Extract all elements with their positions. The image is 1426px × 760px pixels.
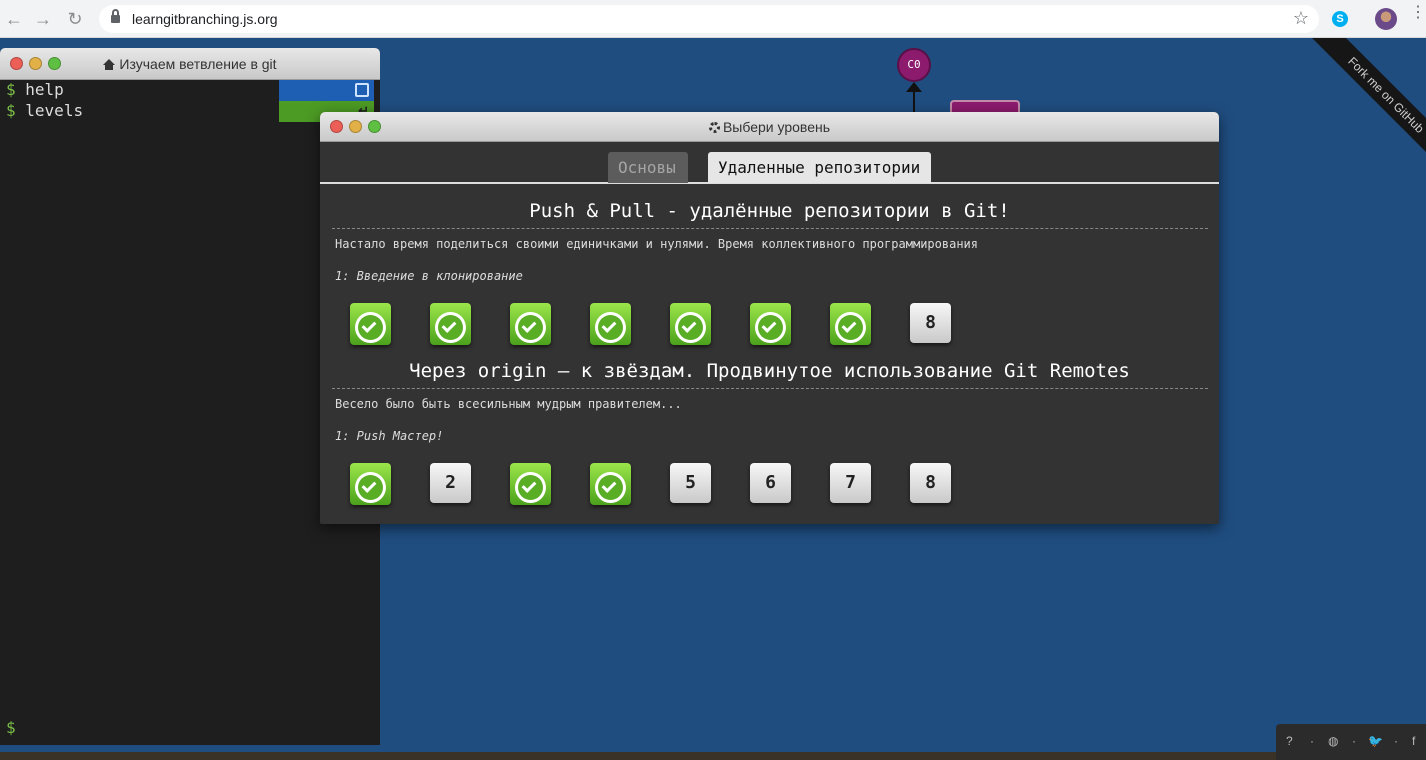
level-button[interactable]: 8 [910,463,951,503]
level-button[interactable]: 2 [430,463,471,503]
command-text: help [25,80,64,99]
separator-dot: · [1394,734,1398,748]
facebook-icon[interactable]: f [1412,734,1415,748]
browser-menu-icon[interactable]: ⋮ [1410,5,1426,21]
sequence-title: Push & Pull - удалённые репозитории в Gi… [529,200,1010,222]
check-circle-icon [675,312,706,343]
separator-dot: · [1310,734,1314,748]
gear-icon [708,122,720,133]
lock-icon [111,9,120,24]
tab-basics[interactable]: Основы [608,152,688,183]
divider [332,388,1208,389]
sequence-description: Весело было быть всесильным мудрым прави… [335,397,682,411]
sequence-description: Настало время поделиться своими единичка… [335,237,978,251]
help-links-bar: ? · ◍ · 🐦 · f [1276,724,1426,760]
level-button[interactable] [510,303,551,345]
checkbox-icon [355,83,369,97]
level-button[interactable] [510,463,551,505]
level-button[interactable] [830,303,871,345]
check-circle-icon [595,312,626,343]
terminal-history-line: $ help [6,80,64,99]
page-bottom-edge [0,752,1276,760]
divider [332,228,1208,229]
command-text: levels [25,101,84,120]
command-input-prompt[interactable]: $ [6,718,16,737]
level-select-dialog: Выбери уровень Основы Удаленные репозито… [320,112,1219,524]
url-text: learngitbranching.js.org [132,11,278,27]
level-button[interactable] [430,303,471,345]
sequence-title: Через origin – к звёздам. Продвинутое ис… [409,360,1130,382]
prompt-symbol: $ [6,101,16,120]
check-circle-icon [755,312,786,343]
prompt-symbol: $ [6,80,16,99]
check-circle-icon [835,312,866,343]
check-circle-icon [435,312,466,343]
check-circle-icon [355,312,386,343]
terminal-history-line: $ levels [6,101,83,120]
commit-node-c0[interactable]: C0 [897,48,931,82]
back-arrow-icon[interactable]: ← [4,9,24,29]
command-status-badge [279,80,374,101]
browser-toolbar: ← → ↻ learngitbranching.js.org ☆ S ⋮ [0,0,1426,38]
hovered-level-name: 1: Push Мастер! [335,429,444,443]
dialog-title: Выбери уровень [320,119,1219,135]
check-circle-icon [515,312,546,343]
level-button[interactable] [670,303,711,345]
level-button[interactable] [590,463,631,505]
address-bar[interactable]: learngitbranching.js.org ☆ [99,5,1319,33]
fork-me-on-github-link[interactable]: Fork me on GitHub [1306,38,1426,175]
twitter-icon[interactable]: 🐦 [1368,734,1383,748]
level-button[interactable] [350,463,391,505]
dialog-titlebar: Выбери уровень [320,112,1219,142]
terminal-title: Изучаем ветвление в git [0,56,380,72]
help-icon[interactable]: ? [1286,734,1293,748]
globe-icon[interactable]: ◍ [1328,734,1338,748]
level-button[interactable]: 5 [670,463,711,503]
level-button[interactable] [590,303,631,345]
level-button[interactable]: 7 [830,463,871,503]
forward-arrow-icon[interactable]: → [33,9,53,29]
bookmark-star-icon[interactable]: ☆ [1293,8,1309,29]
hovered-level-name: 1: Введение в клонирование [335,269,523,283]
profile-avatar[interactable] [1375,8,1397,30]
home-icon [103,59,116,70]
tab-remote[interactable]: Удаленные репозитории [708,152,931,183]
separator-dot: · [1352,734,1356,748]
check-circle-icon [515,472,546,503]
level-button[interactable] [750,303,791,345]
level-button[interactable]: 8 [910,303,951,343]
terminal-title-text: Изучаем ветвление в git [119,56,277,72]
reload-icon[interactable]: ↻ [65,9,85,29]
commit-edge-arrowhead [906,82,922,92]
terminal-titlebar: Изучаем ветвление в git [0,48,380,80]
github-ribbon: Fork me on GitHub [1286,38,1426,178]
level-button[interactable]: 6 [750,463,791,503]
dialog-title-text: Выбери уровень [722,119,831,135]
level-tabs: Основы Удаленные репозитории [320,142,1219,184]
check-circle-icon [355,472,386,503]
check-circle-icon [595,472,626,503]
level-button[interactable] [350,303,391,345]
skype-extension-icon[interactable]: S [1332,11,1348,27]
